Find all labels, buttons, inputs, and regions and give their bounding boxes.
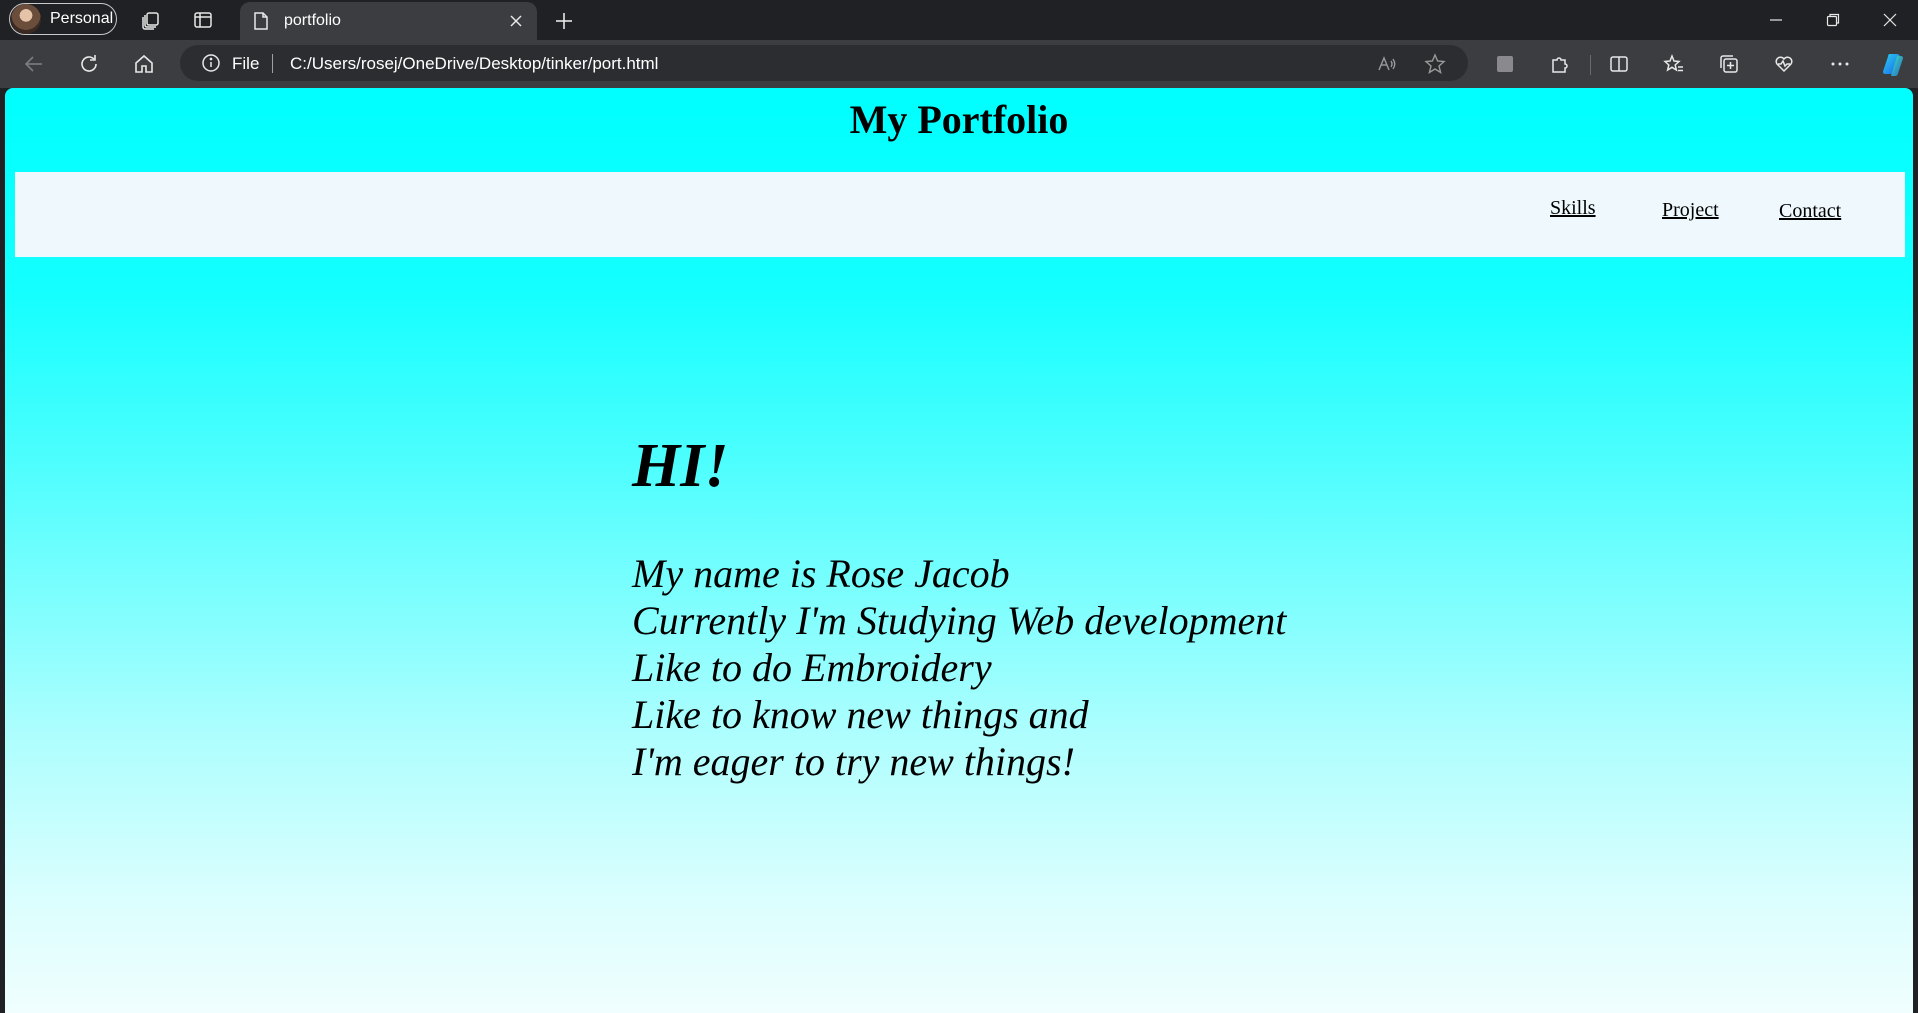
nav-link-contact[interactable]: Contact	[1779, 200, 1841, 223]
copilot-icon[interactable]	[1880, 51, 1906, 77]
profile-button[interactable]: Personal	[9, 3, 117, 35]
back-icon[interactable]	[20, 50, 48, 78]
health-icon[interactable]	[1771, 51, 1797, 77]
bio-line: Currently I'm Studying Web development	[632, 598, 1287, 643]
refresh-icon[interactable]	[75, 50, 103, 78]
more-icon[interactable]	[1827, 51, 1853, 77]
bio-line: Like to know new things and	[632, 692, 1089, 737]
address-bar[interactable]: File C:/Users/rosej/OneDrive/Desktop/tin…	[180, 45, 1468, 81]
url-text[interactable]: C:/Users/rosej/OneDrive/Desktop/tinker/p…	[290, 54, 658, 74]
split-screen-icon[interactable]	[1606, 51, 1632, 77]
extension-icon[interactable]	[1492, 51, 1518, 77]
profile-label: Personal	[50, 10, 114, 27]
nav-link-skills[interactable]: Skills	[1550, 197, 1596, 220]
read-aloud-icon[interactable]	[1375, 52, 1399, 76]
minimize-icon[interactable]	[1748, 0, 1804, 40]
bio-line: Like to do Embroidery	[632, 645, 992, 690]
page-icon	[252, 11, 270, 36]
active-tab[interactable]: portfolio	[240, 2, 537, 40]
workspaces-icon[interactable]	[139, 8, 163, 32]
vertical-tabs-icon[interactable]	[191, 8, 215, 32]
page-title: My Portfolio	[849, 97, 1069, 142]
collections-icon[interactable]	[1716, 51, 1742, 77]
favorites-icon[interactable]	[1661, 51, 1687, 77]
bio-text: My name is Rose Jacob Currently I'm Stud…	[632, 550, 1286, 785]
bio-line: My name is Rose Jacob	[632, 551, 1010, 596]
tab-title: portfolio	[284, 12, 341, 29]
bio-line: I'm eager to try new things!	[632, 739, 1075, 784]
close-window-icon[interactable]	[1862, 0, 1918, 40]
address-divider	[272, 54, 273, 73]
favorite-star-icon[interactable]	[1423, 52, 1447, 76]
home-icon[interactable]	[130, 50, 158, 78]
address-scheme: File	[232, 54, 260, 73]
puzzle-icon[interactable]	[1547, 51, 1573, 77]
plus-icon[interactable]	[551, 8, 577, 34]
greeting-heading: HI!	[632, 432, 729, 500]
restore-icon[interactable]	[1805, 0, 1861, 40]
toolbar-divider	[1590, 55, 1591, 75]
info-icon[interactable]	[201, 53, 221, 78]
close-icon[interactable]	[505, 10, 527, 32]
avatar	[11, 4, 41, 34]
nav-link-project[interactable]: Project	[1662, 199, 1719, 222]
page-viewport: My Portfolio Skills Project Contact HI! …	[5, 88, 1913, 1013]
nav-bar: Skills Project Contact	[15, 172, 1905, 257]
browser-title-bar: Personal portfolio	[0, 0, 1918, 40]
browser-toolbar: File C:/Users/rosej/OneDrive/Desktop/tin…	[0, 40, 1918, 88]
